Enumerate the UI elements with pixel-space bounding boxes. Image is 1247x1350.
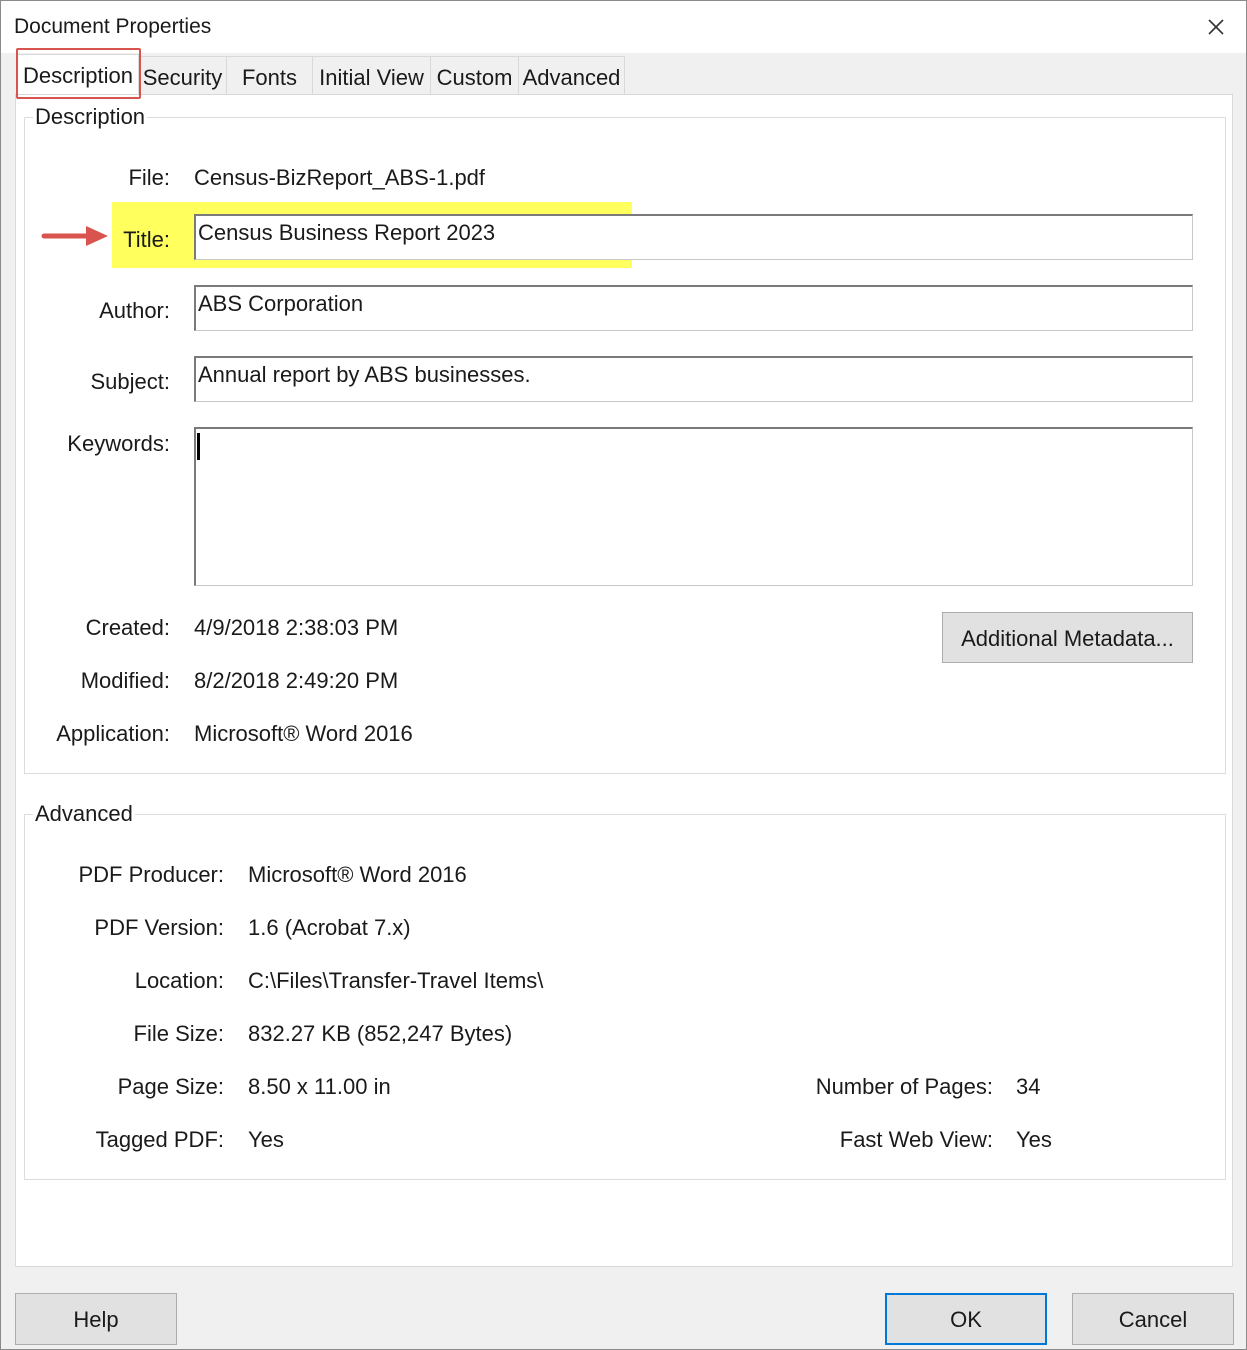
pdf-producer-label: PDF Producer: [78,862,225,887]
modified-label: Modified: [80,668,170,693]
created-label: Created: [85,615,170,640]
page-size-label: Page Size: [117,1074,224,1099]
file-value: Census-BizReport_ABS-1.pdf [194,165,486,190]
tagged-pdf-value: Yes [248,1127,284,1152]
close-button[interactable] [1200,11,1232,43]
keywords-field[interactable] [194,427,1193,586]
subject-label: Subject: [90,369,171,394]
keywords-label: Keywords: [67,431,170,456]
number-of-pages-label: Number of Pages: [815,1074,993,1099]
subject-field[interactable]: Annual report by ABS businesses. [194,356,1193,402]
fast-web-view-value: Yes [1016,1127,1052,1152]
author-label: Author: [99,298,170,323]
location-value: C:\Files\Transfer-Travel Items\ [248,968,544,993]
red-arrow-icon [41,226,108,246]
number-of-pages-value: 34 [1016,1074,1041,1099]
application-label: Application: [56,721,170,746]
tagged-pdf-label: Tagged PDF: [95,1127,224,1152]
file-label: File: [128,165,170,190]
location-label: Location: [134,968,224,993]
close-icon [1208,19,1224,35]
tab-security[interactable]: Security [139,56,227,94]
ok-button[interactable]: OK [885,1293,1047,1345]
created-value: 4/9/2018 2:38:03 PM [194,615,399,640]
title-bar: Document Properties [1,1,1246,53]
tab-description[interactable]: Description [17,54,139,96]
text-caret [197,433,200,460]
author-field[interactable]: ABS Corporation [194,285,1193,331]
title-label: Title: [123,227,170,252]
fast-web-view-label: Fast Web View: [839,1127,993,1152]
tab-fonts[interactable]: Fonts [227,56,313,94]
tab-advanced[interactable]: Advanced [519,56,625,94]
application-value: Microsoft® Word 2016 [194,721,413,746]
file-size-label: File Size: [133,1021,224,1046]
window-title: Document Properties [14,15,212,38]
title-field[interactable]: Census Business Report 2023 [194,214,1193,260]
modified-value: 8/2/2018 2:49:20 PM [194,668,399,693]
page-size-value: 8.50 x 11.00 in [248,1074,391,1099]
description-legend: Description [33,104,148,130]
tab-custom[interactable]: Custom [431,56,519,94]
tab-initial-view[interactable]: Initial View [313,56,431,94]
help-button[interactable]: Help [15,1293,177,1345]
tab-content-panel: Description File: Census-BizReport_ABS-1… [15,94,1233,1267]
file-size-value: 832.27 KB (852,247 Bytes) [248,1021,513,1046]
pdf-producer-value: Microsoft® Word 2016 [248,862,467,887]
additional-metadata-button[interactable]: Additional Metadata... [942,612,1193,663]
advanced-legend: Advanced [33,801,135,827]
cancel-button[interactable]: Cancel [1072,1293,1234,1345]
pdf-version-label: PDF Version: [94,915,224,940]
document-properties-dialog: Document Properties Description Security… [0,0,1247,1350]
pdf-version-value: 1.6 (Acrobat 7.x) [248,915,411,940]
